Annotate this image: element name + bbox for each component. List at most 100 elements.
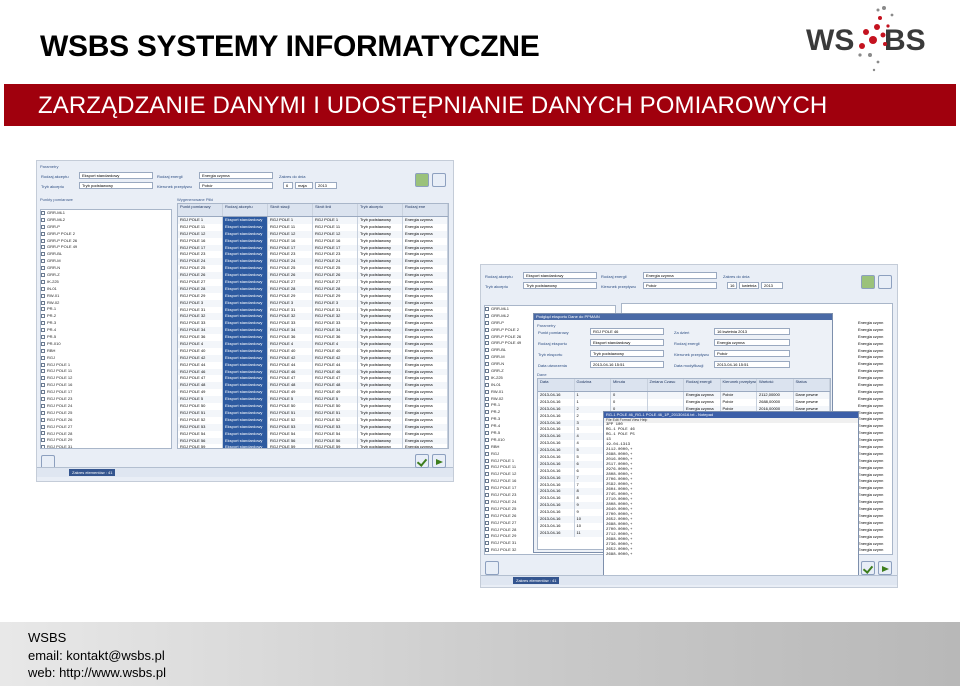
tree-item[interactable]: PR-3 xyxy=(41,320,171,327)
tree-item[interactable]: GRR-P POLE 26 xyxy=(41,238,171,245)
tree-item[interactable]: GRR-ML1 xyxy=(41,210,171,217)
table-row[interactable]: RGJ POLE 29 Eksport standardowy RGJ POLE 2… xyxy=(178,292,448,300)
tree-item[interactable]: RGJ POLE 11 xyxy=(41,368,171,375)
files-grid[interactable]: Punkt pomiarowy Rodzaj akceptu Skrót stacj… xyxy=(177,203,449,449)
tree-item[interactable]: RGJ POLE 23 xyxy=(41,396,171,403)
energy-select[interactable]: Energia czynna xyxy=(199,172,273,179)
date-year[interactable]: 2013 xyxy=(315,182,337,189)
tree-settings-icon[interactable] xyxy=(485,561,499,575)
tree-item[interactable]: RW-02 xyxy=(41,300,171,307)
table-row[interactable]: RGJ POLE 36 Eksport standardowy RGJ POLE 3… xyxy=(178,334,448,342)
table-row[interactable]: RGJ POLE 12 Eksport standardowy RGJ POLE 1… xyxy=(178,230,448,238)
tree-item[interactable]: PR-5 xyxy=(41,334,171,341)
column-header[interactable]: Wartość xyxy=(757,379,794,391)
tree-item[interactable]: GRR-Z xyxy=(41,272,171,279)
table-row[interactable]: RGJ POLE 26 Eksport standardowy RGJ POLE 2… xyxy=(178,272,448,280)
table-row[interactable]: RGJ POLE 54 Eksport standardowy RGJ POLE 5… xyxy=(178,430,448,438)
tree-item[interactable]: RGJ xyxy=(41,355,171,362)
table-row[interactable]: RGJ POLE 25 Eksport standardowy RGJ POLE 2… xyxy=(178,265,448,273)
accept-button[interactable] xyxy=(861,561,875,575)
footer-web[interactable]: web: http://www.wsbs.pl xyxy=(28,665,166,680)
column-header[interactable]: Rodzaj energii xyxy=(684,379,721,391)
refresh-button[interactable] xyxy=(415,173,429,187)
table-row[interactable]: RGJ POLE 27 Eksport standardowy RGJ POLE 2… xyxy=(178,279,448,286)
column-header[interactable]: Skrót linii xyxy=(313,204,358,216)
tree-item[interactable]: RGJ POLE 33 xyxy=(485,554,615,555)
column-header[interactable]: Punkt pomiarowy xyxy=(178,204,223,216)
date-day[interactable]: 6 xyxy=(283,182,293,189)
date-month[interactable]: kwietnia xyxy=(739,282,759,289)
mode-select[interactable]: Tryb podstawowy xyxy=(79,182,153,189)
table-row[interactable]: RGJ POLE 16 Eksport standardowy RGJ POLE 1… xyxy=(178,237,448,245)
table-row[interactable]: RGJ POLE 24 Eksport standardowy RGJ POLE 2… xyxy=(178,258,448,266)
table-row[interactable]: RGJ POLE 42 Eksport standardowy RGJ POLE 4… xyxy=(178,354,448,362)
table-row[interactable]: RGJ POLE 46 Eksport standardowy RGJ POLE 4… xyxy=(178,368,448,376)
tree-item[interactable]: RW-01 xyxy=(41,293,171,300)
tree-item[interactable]: PR-4 xyxy=(41,327,171,334)
column-header[interactable]: Data xyxy=(538,379,575,391)
energy-select[interactable]: Energia czynna xyxy=(643,272,717,279)
tree-item[interactable]: RGJ POLE 26 xyxy=(41,417,171,424)
table-row[interactable]: RGJ POLE 56 Eksport standardowy RGJ POLE 5… xyxy=(178,437,448,445)
tree-item[interactable]: RGJ POLE 17 xyxy=(41,389,171,396)
next-button[interactable] xyxy=(432,454,446,468)
tree-item[interactable]: GRR-P POLE 49 xyxy=(41,244,171,251)
source-select[interactable]: Eksport standardowy xyxy=(79,172,153,179)
table-row[interactable]: RGJ POLE 32 Eksport standardowy RGJ POLE 3… xyxy=(178,313,448,321)
tree-item[interactable]: RGJ POLE 24 xyxy=(41,403,171,410)
table-row[interactable]: RGJ POLE 5 Eksport standardowy RGJ POLE 5R… xyxy=(178,396,448,404)
table-row[interactable]: RGJ POLE 3 Eksport standardowy RGJ POLE 3R… xyxy=(178,299,448,307)
tree-item[interactable]: IK-225 xyxy=(41,279,171,286)
mode-select[interactable]: Tryb podstawowy xyxy=(523,282,597,289)
measurement-point-tree[interactable]: GRR-ML1 GRR-ML2 GRR-P GRR-P POLE 2 GRR-P POL… xyxy=(40,209,172,449)
tree-item[interactable]: GRR-M xyxy=(41,258,171,265)
tree-item[interactable]: GRR-ML1 xyxy=(485,306,615,313)
table-row[interactable]: RGJ POLE 51 Eksport standardowy RGJ POLE 5… xyxy=(178,409,448,417)
table-row[interactable]: RGJ POLE 34 Eksport standardowy RGJ POLE 3… xyxy=(178,327,448,335)
tree-item[interactable]: RGJ POLE 27 xyxy=(41,424,171,431)
table-row[interactable]: RGJ POLE 4 Eksport standardowy RGJ POLE 4R… xyxy=(178,341,448,348)
tree-item[interactable]: RGJ POLE 28 xyxy=(41,431,171,438)
tree-item[interactable]: RGJ POLE 12 xyxy=(41,375,171,382)
swap-icon[interactable] xyxy=(432,173,446,187)
column-header[interactable]: Minuta xyxy=(611,379,648,391)
refresh-button[interactable] xyxy=(861,275,875,289)
column-header[interactable]: Skrót stacji xyxy=(268,204,313,216)
date-day[interactable]: 16 xyxy=(727,282,737,289)
tree-item[interactable]: PR-2 xyxy=(41,313,171,320)
table-row[interactable]: RGJ POLE 31 Eksport standardowy RGJ POLE 3… xyxy=(178,306,448,314)
date-year[interactable]: 2013 xyxy=(761,282,783,289)
table-row[interactable]: RGJ POLE 44 Eksport standardowy RGJ POLE 4… xyxy=(178,361,448,369)
next-button[interactable] xyxy=(878,561,892,575)
column-header[interactable]: Tryb akceptu xyxy=(358,204,403,216)
tree-item[interactable]: RGJ POLE 1 xyxy=(41,362,171,369)
table-row[interactable]: RGJ POLE 11 Eksport standardowy RGJ POLE 1… xyxy=(178,223,448,231)
column-header[interactable]: Status xyxy=(794,379,830,391)
tree-item[interactable]: RBH xyxy=(41,348,171,355)
tree-item[interactable]: GRR-P xyxy=(41,224,171,231)
table-row[interactable]: RGJ POLE 40 Eksport standardowy RGJ POLE 4… xyxy=(178,347,448,355)
column-header[interactable]: Rodzaj ene xyxy=(403,204,448,216)
table-row[interactable]: RGJ POLE 50 Eksport standardowy RGJ POLE 5… xyxy=(178,403,448,410)
table-row[interactable]: RGJ POLE 28 Eksport standardowy RGJ POLE 2… xyxy=(178,285,448,293)
date-month[interactable]: maja xyxy=(295,182,313,189)
source-select[interactable]: Eksport standardowy xyxy=(523,272,597,279)
table-row[interactable]: RGJ POLE 53 Eksport standardowy RGJ POLE 5… xyxy=(178,423,448,431)
table-row[interactable]: RGJ POLE 48 Eksport standardowy RGJ POLE 4… xyxy=(178,382,448,390)
footer-email[interactable]: email: kontakt@wsbs.pl xyxy=(28,648,165,663)
table-row[interactable]: RGJ POLE 59 Eksport standardowy RGJ POLE 5… xyxy=(178,444,448,448)
flow-select[interactable]: Pobór xyxy=(643,282,717,289)
column-header[interactable]: Rodzaj akceptu xyxy=(223,204,268,216)
table-row[interactable]: RGJ POLE 52 Eksport standardowy RGJ POLE 5… xyxy=(178,416,448,424)
table-row[interactable]: RGJ POLE 33 Eksport standardowy RGJ POLE 3… xyxy=(178,320,448,328)
tree-item[interactable]: RGJ POLE 16 xyxy=(41,382,171,389)
column-header[interactable]: Godzina xyxy=(575,379,611,391)
tree-item[interactable]: RGJ POLE 29 xyxy=(41,437,171,444)
tree-item[interactable]: IN-01 xyxy=(41,286,171,293)
table-row[interactable]: 2013-04-16 1 0 Energia czynna Pobór 2688,0000… xyxy=(538,398,830,406)
tree-item[interactable]: RGJ POLE 25 xyxy=(41,410,171,417)
table-row[interactable]: RGJ POLE 17 Eksport standardowy RGJ POLE 1… xyxy=(178,244,448,252)
table-row[interactable]: RGJ POLE 47 Eksport standardowy RGJ POLE 4… xyxy=(178,375,448,383)
tree-item[interactable]: RGJ POLE 31 xyxy=(41,444,171,448)
swap-icon[interactable] xyxy=(878,275,892,289)
